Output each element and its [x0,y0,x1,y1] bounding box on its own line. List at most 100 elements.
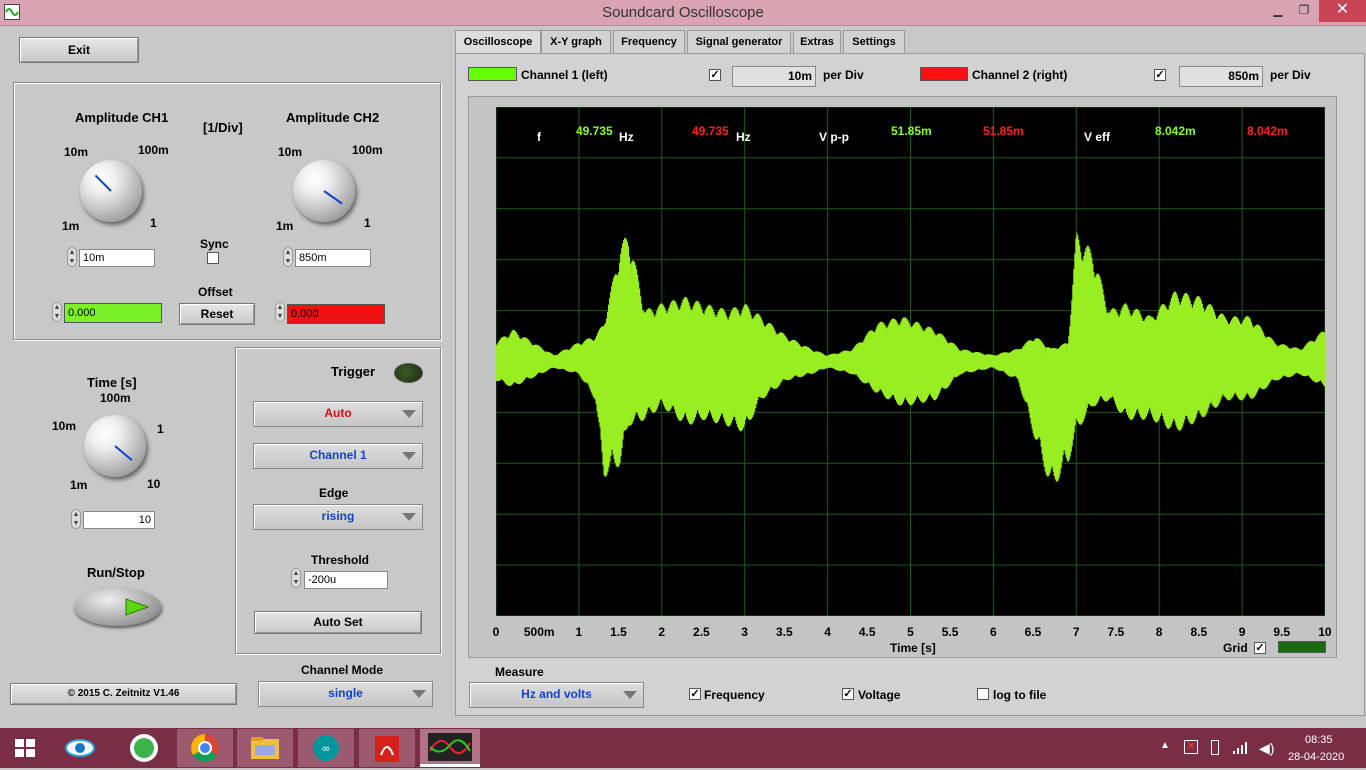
x-tick-label: 5 [907,625,914,639]
x-tick-label: 1 [575,625,583,639]
amp-ch1-field[interactable]: 10m [79,249,155,267]
scope-chart [495,106,1326,617]
ch2-per-div-field[interactable]: 850m [1179,66,1263,87]
svg-text:∞: ∞ [321,742,330,755]
tab-extras[interactable]: Extras [793,30,841,54]
div-label: [1/Div] [203,120,243,135]
time-spinner[interactable]: ▲ ▼ [71,509,81,529]
edge-value: rising [321,509,355,523]
ch2-color-swatch[interactable] [920,67,968,81]
sync-checkbox[interactable] [207,252,219,264]
chevron-down-icon [402,452,416,460]
clock-date[interactable]: 28-04-2020 [1288,751,1344,763]
chrome-icon[interactable] [177,729,233,767]
edge-label: Edge [319,486,349,500]
meas-vpp-ch2: 51.85m [983,124,1024,138]
arduino-icon[interactable]: ∞ [298,729,354,767]
meas-veff-ch2: 8.042m [1247,124,1288,138]
meas-veff-ch1: 8.042m [1155,124,1196,138]
signal-icon[interactable] [1232,740,1248,755]
ch1-color-swatch[interactable] [468,67,517,81]
volume-icon[interactable]: ◀) [1259,740,1274,757]
ch2-enable-checkbox[interactable]: ✓ [1154,69,1166,81]
scope-plot-area[interactable] [495,106,1326,617]
time-tick-1: 1 [157,422,164,436]
x-tick-label: 0 [492,625,500,639]
chevron-down-icon [402,410,416,418]
grid-color-swatch[interactable] [1278,641,1326,653]
meas-hz-ch1: Hz [619,130,634,144]
frequency-checkbox[interactable]: ✓ [689,688,701,700]
trigger-mode-value: Auto [324,406,352,420]
file-explorer-icon[interactable] [237,729,293,767]
time-tick-10: 10 [147,477,161,491]
log-to-file-checkbox[interactable] [977,688,989,700]
oscilloscope-app-icon[interactable] [420,729,480,767]
x-tick-label: 2 [658,625,666,639]
time-field[interactable]: 10 [83,511,155,529]
eye-app-icon[interactable] [60,729,100,767]
channel-mode-dropdown[interactable]: single [258,681,433,707]
trigger-mode-dropdown[interactable]: Auto [253,401,423,427]
close-button[interactable]: ✕ [1319,0,1366,22]
exit-button[interactable]: Exit [19,37,139,63]
action-center-flag-icon[interactable]: ✕ [1184,740,1198,754]
offset-ch2-spinner[interactable]: ▲ ▼ [275,302,285,322]
x-tick-label: 4 [824,625,831,639]
time-label: Time [s] [87,375,137,390]
tab-xy-graph[interactable]: X-Y graph [541,30,611,54]
offset-ch1-spinner[interactable]: ▲ ▼ [52,302,62,322]
runstop-button[interactable] [74,588,161,626]
amp-ch1-spinner[interactable]: ▲ ▼ [67,247,77,267]
evernote-icon[interactable] [124,729,164,767]
amp-ch2-spinner[interactable]: ▲ ▼ [283,247,293,267]
trigger-led [394,363,423,383]
measure-label: Measure [495,665,544,679]
ch1-enable-checkbox[interactable]: ✓ [709,69,721,81]
edge-dropdown[interactable]: rising [253,504,423,530]
offset-ch1-field[interactable]: 0.000 [64,303,162,323]
runstop-label: Run/Stop [87,565,145,580]
x-tick-label: 2.5 [693,625,710,639]
log-to-file-label: log to file [993,688,1047,702]
battery-icon[interactable] [1211,740,1219,755]
x-tick-label: 9.5 [1273,625,1291,639]
offset-ch2-field[interactable]: 0.000 [287,304,385,324]
voltage-checkbox[interactable]: ✓ [842,688,854,700]
threshold-spinner[interactable]: ▲ ▼ [291,568,301,588]
amp-ch1-knob[interactable] [80,160,142,222]
offset-reset-button[interactable]: Reset [179,303,255,325]
meas-vpp-ch1: 51.85m [891,124,932,138]
tab-signal-generator[interactable]: Signal generator [687,30,791,54]
x-tick-label: 1.5 [610,625,627,639]
threshold-field[interactable]: -200u [304,571,388,589]
tab-frequency[interactable]: Frequency [613,30,685,54]
amp-ch2-knob[interactable] [293,160,355,222]
channel-mode-value: single [328,686,363,700]
restore-button[interactable]: ❐ [1291,0,1317,22]
time-knob[interactable] [84,415,146,477]
play-icon [125,598,150,616]
pdf-reader-icon[interactable] [359,729,415,767]
tray-chevron-up-icon[interactable]: ▲ [1160,740,1170,751]
channel-mode-label: Channel Mode [301,663,384,677]
autoset-button[interactable]: Auto Set [254,611,422,634]
measure-dropdown[interactable]: Hz and volts [469,682,644,708]
tab-settings[interactable]: Settings [843,30,905,54]
windows-start-icon[interactable] [5,729,45,767]
amp-ch2-tick-1: 1 [364,216,371,230]
ch1-label: Channel 1 (left) [521,68,608,82]
amp-ch2-field[interactable]: 850m [295,249,371,267]
grid-checkbox[interactable]: ✓ [1254,642,1266,654]
trigger-channel-value: Channel 1 [309,448,367,462]
offset-label: Offset [198,285,233,299]
amp-ch1-tick-1: 1 [150,216,157,230]
minimize-button[interactable]: ▁ [1265,0,1291,22]
threshold-label: Threshold [311,553,370,567]
amp-ch2-tick-100m: 100m [352,143,383,157]
meas-f-ch1: 49.735 [576,124,613,138]
ch1-per-div-field[interactable]: 10m [732,66,816,87]
x-tick-label: 5.5 [941,625,959,639]
trigger-channel-dropdown[interactable]: Channel 1 [253,443,423,469]
clock-time[interactable]: 08:35 [1305,734,1333,746]
